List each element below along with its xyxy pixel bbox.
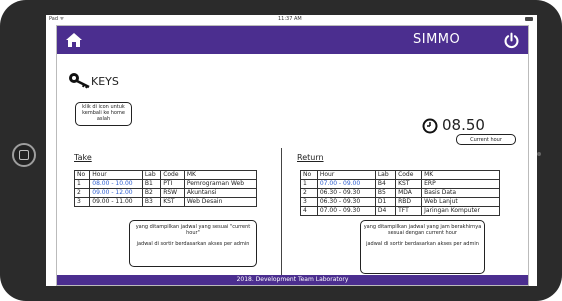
cell-mk: Basis Data <box>421 188 500 198</box>
cell-code: KST <box>160 197 185 207</box>
table-row[interactable]: 3 09.00 - 11.00 B3 KST Web Desain <box>73 197 258 207</box>
table-row[interactable]: 1 08.00 - 10.00 B1 PTI Pemrograman Web <box>73 179 258 189</box>
return-callout-line: yang ditampilkan jadwal yang jam berakhi… <box>363 224 482 236</box>
tablet-camera <box>537 152 541 156</box>
cell-lab: B3 <box>141 197 162 207</box>
cell-lab: B5 <box>374 188 397 198</box>
cell-no: 1 <box>73 179 91 189</box>
cell-mk: Web Desain <box>183 197 258 207</box>
app-window: SIMMO KEYS klik di icon untuk kembali ke… <box>56 25 529 286</box>
return-table: No Hour Lab Code MK 1 07.00 - 09.00 B4 K… <box>300 170 500 216</box>
cell-code: PTI <box>160 179 185 189</box>
cell-mk: Web Lanjut <box>421 197 500 207</box>
cell-no: 1 <box>300 179 318 189</box>
table-header-row: No Hour Lab Code MK <box>300 170 500 180</box>
return-callout-line: jadwal di sortir berdasarkan akses per a… <box>366 241 479 247</box>
cell-code: RBD <box>395 197 423 207</box>
column-header: Lab <box>141 170 162 180</box>
column-header: Hour <box>316 170 376 180</box>
take-callout-line: yang ditampilkan jadwal yang sesuai "cur… <box>135 224 251 236</box>
page-title: KEYS <box>91 75 119 88</box>
column-header: No <box>300 170 318 180</box>
tablet-frame: Pad ᯤ 11:37 AM SIMMO KEYS klik di icon u… <box>0 0 562 301</box>
cell-hour: 06.30 - 09.30 <box>316 197 376 207</box>
take-callout-line: jadwal di sortir berdasarkan akses per a… <box>136 241 250 247</box>
cell-hour: 07.00 - 09.30 <box>316 206 376 216</box>
take-callout: yang ditampilkan jadwal yang sesuai "cur… <box>129 220 257 267</box>
current-time: 08.50 <box>442 116 485 134</box>
cell-hour: 09.00 - 11.00 <box>89 197 143 207</box>
app-title: SIMMO <box>413 32 461 47</box>
key-icon <box>69 73 90 89</box>
column-header: Code <box>160 170 185 180</box>
cell-mk: Akuntansi <box>183 188 258 198</box>
cell-lab: B2 <box>141 188 162 198</box>
home-icon[interactable] <box>65 32 83 48</box>
cell-code: MDA <box>395 188 423 198</box>
column-header: No <box>73 170 91 180</box>
table-header-row: No Hour Lab Code MK <box>73 170 258 180</box>
power-icon[interactable] <box>503 32 520 49</box>
clock-icon <box>422 118 438 134</box>
cell-lab: B4 <box>374 179 397 189</box>
section-divider <box>281 148 282 278</box>
cell-mk: ERP <box>421 179 500 189</box>
status-clock: 11:37 AM <box>278 16 302 22</box>
cell-hour: 06.30 - 09.30 <box>316 188 376 198</box>
cell-lab: B1 <box>141 179 162 189</box>
carrier-wifi-label: Pad ᯤ <box>49 16 65 22</box>
cell-no: 2 <box>73 188 91 198</box>
table-row[interactable]: 1 07.00 - 09.00 B4 KST ERP <box>300 179 500 189</box>
cell-code: RSW <box>160 188 185 198</box>
table-row[interactable]: 2 06.30 - 09.30 B5 MDA Basis Data <box>300 188 500 198</box>
cell-lab: D4 <box>374 206 397 216</box>
cell-lab: D1 <box>374 197 397 207</box>
cell-mk: Jaringan Komputer <box>421 206 500 216</box>
current-hour-callout: Current hour <box>456 134 516 145</box>
tablet-home-button[interactable] <box>12 143 36 167</box>
screen: Pad ᯤ 11:37 AM SIMMO KEYS klik di icon u… <box>46 15 537 286</box>
battery-icon <box>525 17 533 21</box>
table-row[interactable]: 3 06.30 - 09.30 D1 RBD Web Lanjut <box>300 197 500 207</box>
top-bar: SIMMO <box>57 26 528 54</box>
home-callout: klik di icon untuk kembali ke home aslah <box>75 102 132 126</box>
take-table: No Hour Lab Code MK 1 08.00 - 10.00 B1 P… <box>73 170 258 207</box>
status-bar: Pad ᯤ 11:37 AM <box>46 15 537 23</box>
cell-hour: 07.00 - 09.00 <box>316 179 376 189</box>
column-header: MK <box>421 170 500 180</box>
cell-no: 4 <box>300 206 318 216</box>
return-callout: yang ditampilkan jadwal yang jam berakhi… <box>360 220 485 274</box>
footer: 2018. Development Team Laboratory <box>57 275 528 285</box>
cell-no: 2 <box>300 188 318 198</box>
take-section-title: Take <box>74 153 92 162</box>
table-row[interactable]: 4 07.00 - 09.30 D4 TFT Jaringan Komputer <box>300 206 500 216</box>
cell-no: 3 <box>73 197 91 207</box>
cell-mk: Pemrograman Web <box>183 179 258 189</box>
cell-no: 3 <box>300 197 318 207</box>
column-header: Lab <box>374 170 397 180</box>
cell-code: TFT <box>395 206 423 216</box>
cell-hour: 09.00 - 12.00 <box>89 188 143 198</box>
column-header: Hour <box>89 170 143 180</box>
table-row[interactable]: 2 09.00 - 12.00 B2 RSW Akuntansi <box>73 188 258 198</box>
cell-hour: 08.00 - 10.00 <box>89 179 143 189</box>
return-section-title: Return <box>297 153 324 162</box>
column-header: MK <box>183 170 258 180</box>
column-header: Code <box>395 170 423 180</box>
cell-code: KST <box>395 179 423 189</box>
